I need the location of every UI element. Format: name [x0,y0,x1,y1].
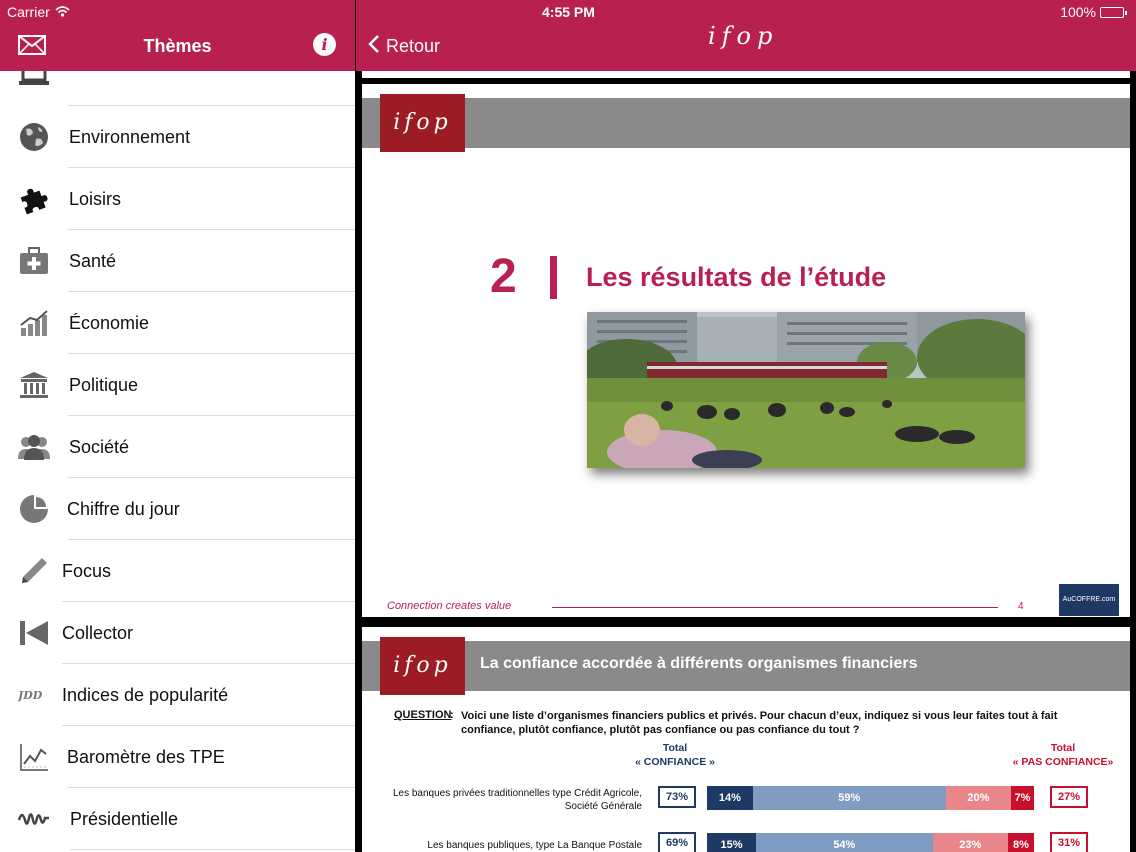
sidebar-title: Thèmes [143,36,212,56]
total-confiance-value: 69% [658,832,696,852]
sidebar-item-sante[interactable]: Santé [0,230,355,292]
status-battery: 100% [1060,4,1127,20]
government-building-icon [17,369,51,401]
status-time: 4:55 PM [542,4,595,20]
total-pas-confiance-value: 31% [1050,832,1088,852]
total-label: Total [1050,742,1076,754]
park-photo [587,312,1025,468]
bar-segment-plutot-pas: 20% [945,786,1012,810]
sidebar-item-focus[interactable]: Focus [0,540,355,602]
section-divider [550,256,557,299]
navigation-bar: 4:55 PM 100% Retour ifop [356,0,1136,71]
footer-divider [552,607,998,608]
ifop-logo-box: ifop [380,94,465,152]
status-carrier: Carrier [7,4,70,20]
bar-segment-tout-a-fait: 15% [707,833,757,852]
aucoffre-logo: AuCOFFRE.com [1059,584,1119,616]
puzzle-icon [17,183,51,215]
svg-text:JDD: JDD [18,689,43,702]
sidebar-item-label: Économie [69,313,150,333]
results-row: Les banques publiques, type La Banque Po… [362,832,1130,852]
sidebar-item-indices-popularite[interactable]: JDD Indices de popularité [0,664,355,726]
sidebar-item-label: Société [69,437,130,457]
back-label: Retour [386,36,441,56]
ifop-logo: ifop [708,22,779,50]
medical-kit-icon [17,245,51,277]
pas-confiance-label: « PAS CONFIANCE» [1012,756,1114,768]
chevron-left-icon [368,34,380,59]
bar-segment-plutot: 54% [756,833,933,852]
results-row: Les banques privées traditionnelles type… [362,785,1130,812]
total-pas-confiance-value: 27% [1050,786,1088,808]
sidebar-item-label: Loisirs [69,189,122,209]
slide-confidence-results: ifop La confiance accordée à différents … [362,627,1130,852]
sidebar-item-collector[interactable]: Collector [0,602,355,664]
sidebar-item-label: Indices de popularité [62,685,229,705]
themes-sidebar: TIC Environnement Loisirs Santé [0,0,355,852]
ifop-logo-box: ifop [380,637,465,695]
bar-chart-icon [17,307,51,339]
section-title: Les résultats de l’étude [586,262,887,292]
sidebar-item-label: Politique [69,375,139,395]
bar-segment-plutot: 59% [752,786,946,810]
bar-segment-pas-du-tout: 8% [1007,833,1034,852]
info-icon[interactable]: i [313,33,336,56]
bar-segment-plutot-pas: 23% [932,833,1008,852]
line-chart-icon [17,741,51,773]
slide-footer-tagline: Connection creates value [387,600,512,612]
page-number: 4 [1018,601,1024,612]
confiance-label: « CONFIANCE » [635,756,715,768]
bar-segment-pas-du-tout: 7% [1011,786,1034,810]
sidebar-item-barometre-tpe[interactable]: Baromètre des TPE [0,726,355,788]
battery-icon [1100,6,1127,18]
sidebar-item-label: Santé [69,251,117,271]
sidebar-item-label: Collector [62,623,134,643]
carrier-name: Carrier [7,4,50,20]
row-label: Les banques publiques, type La Banque Po… [427,840,642,851]
sidebar-item-societe[interactable]: Société [0,416,355,478]
question-label: QUESTION [394,709,452,721]
previous-slide-edge [362,71,1130,78]
slide-header-band [362,98,1130,148]
sidebar-item-economie[interactable]: Économie [0,292,355,354]
sidebar-item-chiffre-du-jour[interactable]: Chiffre du jour [0,478,355,540]
sidebar-item-label: Focus [62,561,112,581]
sidebar-item-label: Chiffre du jour [67,499,180,519]
slide-section-title: ifop 2 Les résultats de l’étude Connecti… [362,84,1130,617]
themes-list: TIC Environnement Loisirs Santé [0,44,355,850]
total-confiance-value: 73% [658,786,696,808]
back-button[interactable]: Retour [368,34,440,59]
total-pas-confiance-header: Total « PAS CONFIANCE» [998,741,1128,769]
sidebar-item-label: Baromètre des TPE [67,747,225,767]
question-text: Voici une liste d’organismes financiers … [461,710,1058,736]
slide-title: La confiance accordée à différents organ… [480,655,918,672]
question-colon: : [450,709,454,721]
total-label: Total [662,742,688,754]
pie-chart-icon [17,493,51,525]
row-label: Les banques privées traditionnelles type… [392,788,642,812]
stacked-bar: 15% 54% 23% 8% [707,833,1034,852]
stacked-bar: 14% 59% 20% 7% [707,786,1034,810]
sidebar-item-label: Présidentielle [70,809,179,829]
wifi-icon [55,4,70,20]
sidebar-item-politique[interactable]: Politique [0,354,355,416]
section-number: 2 [490,250,517,303]
sidebar-item-label: Environnement [69,127,191,147]
signature-icon [17,803,51,835]
bar-segment-tout-a-fait: 14% [707,786,753,810]
globe-icon [17,121,51,153]
pencil-icon [17,555,51,587]
battery-percent: 100% [1060,4,1096,20]
people-icon [17,431,51,463]
sidebar-item-environnement[interactable]: Environnement [0,106,355,168]
rewind-icon [17,617,51,649]
report-viewer: 4:55 PM 100% Retour ifop ifop 2 Les résu… [356,0,1136,852]
sidebar-item-presidentielle[interactable]: Présidentielle [0,788,355,850]
total-confiance-header: Total « CONFIANCE » [610,741,740,769]
sidebar-item-loisirs[interactable]: Loisirs [0,168,355,230]
jdd-logo-icon: JDD [17,679,51,711]
sidebar-header: Carrier Thèmes i [0,0,355,71]
